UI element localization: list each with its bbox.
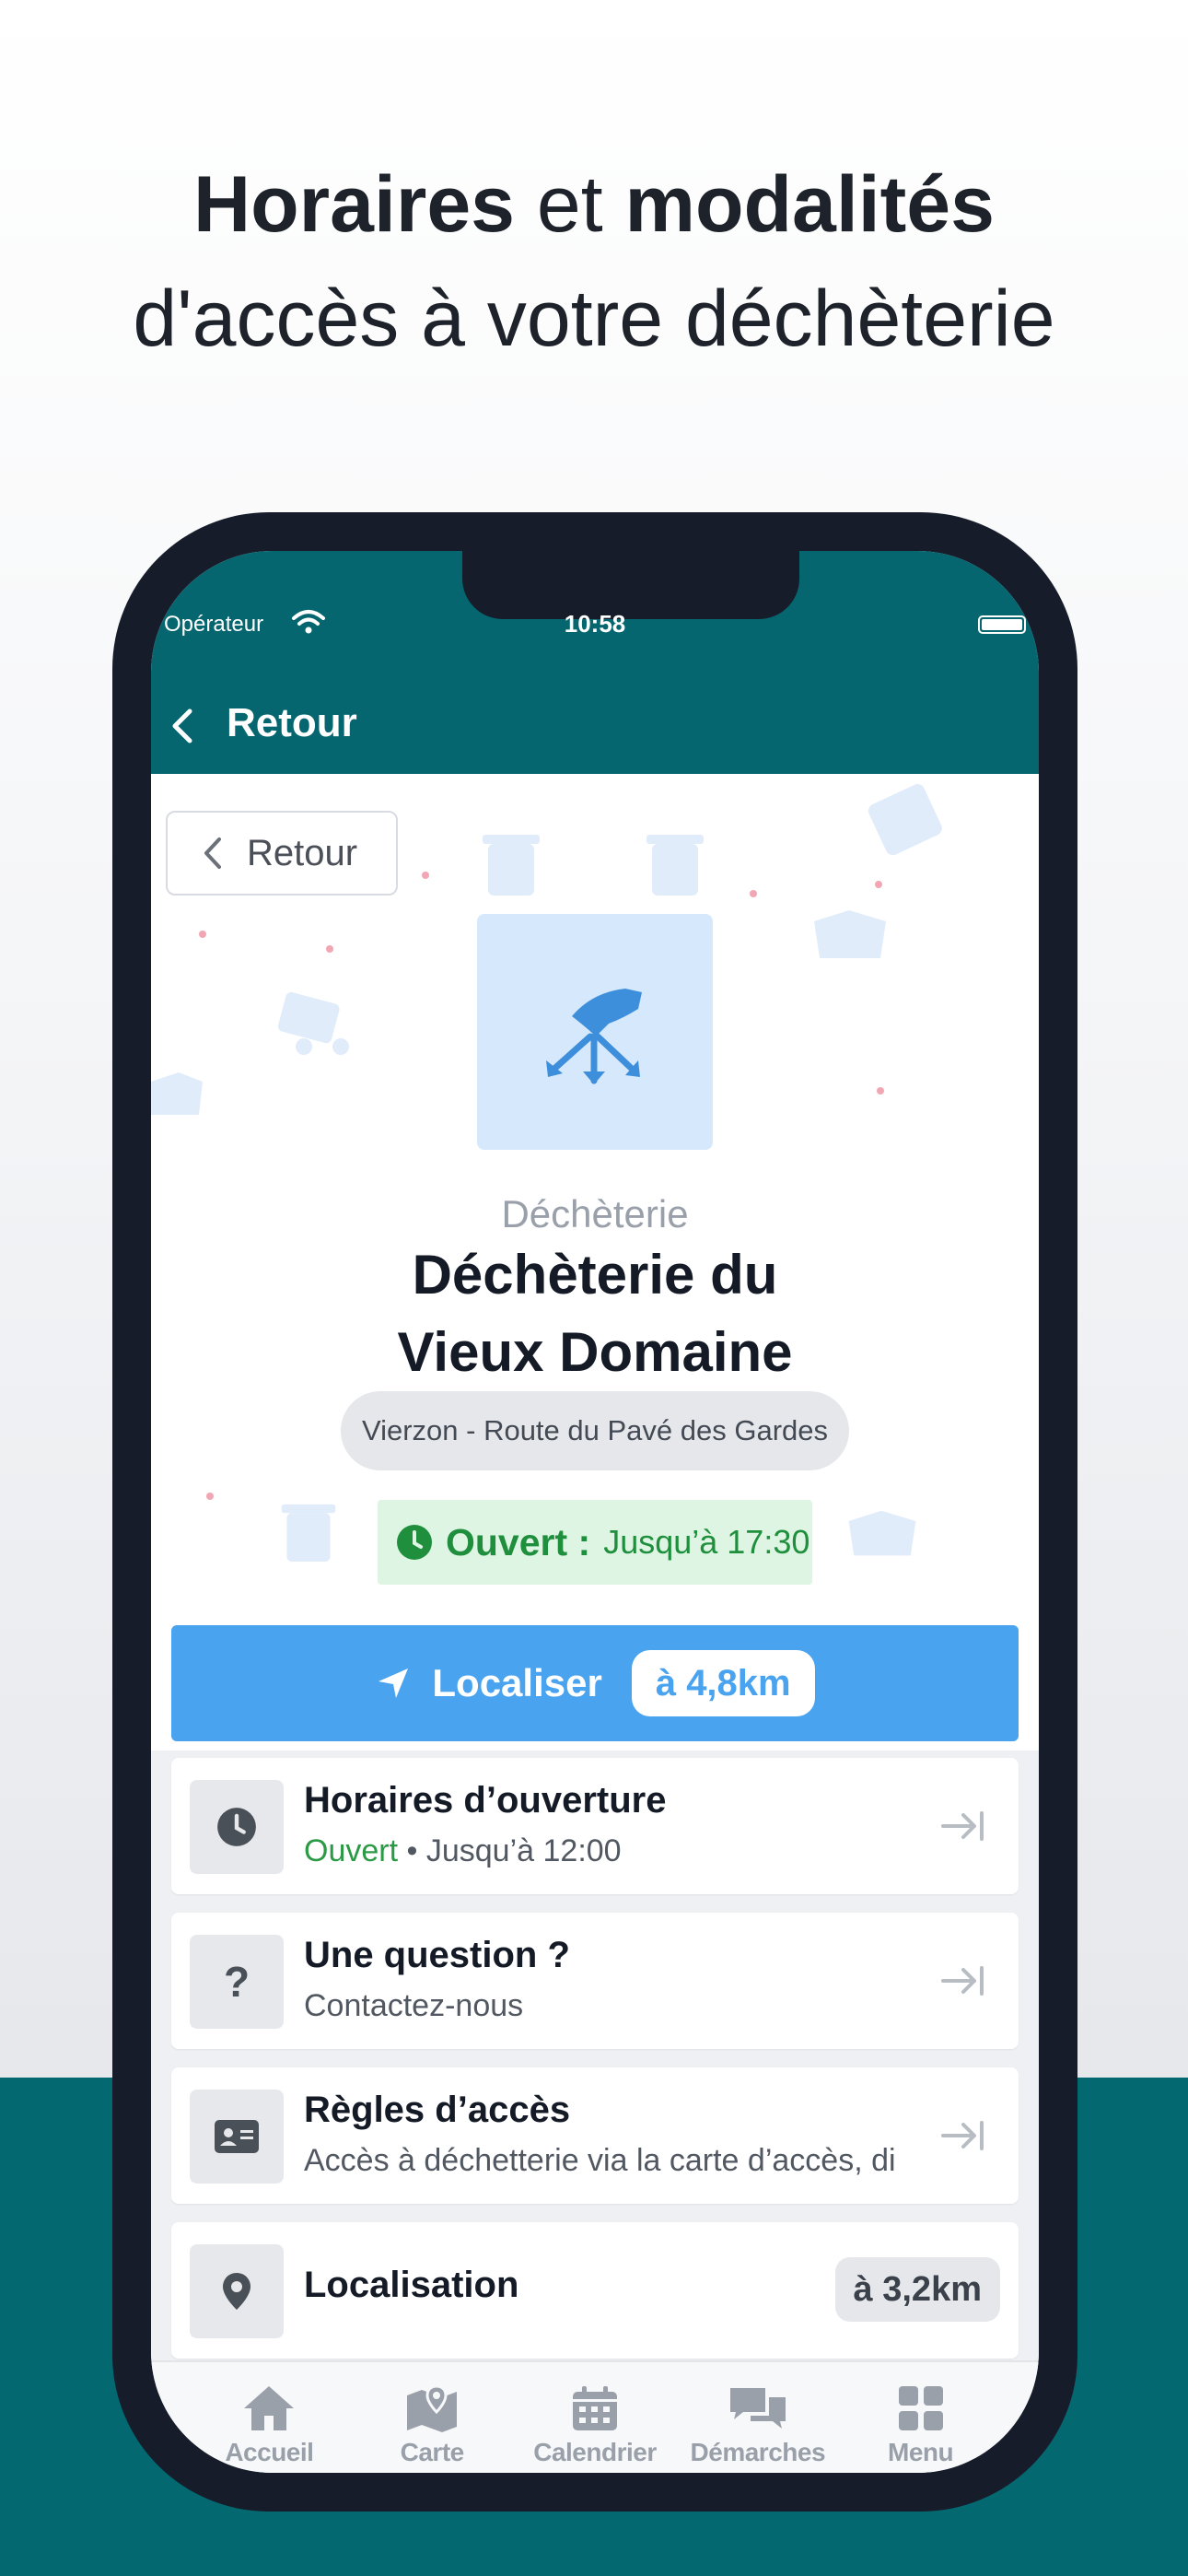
back-button-label: Retour [247, 832, 358, 873]
calendar-deco-icon [868, 784, 942, 856]
headline-bold-modalites: modalités [624, 160, 995, 249]
tab-demarches[interactable]: Démarches [680, 2362, 836, 2473]
deco-dot [326, 945, 333, 953]
card-opening-hours[interactable]: Horaires d’ouverture Ouvert • Jusqu’à 12… [171, 1758, 1019, 1894]
deco-dot [422, 872, 429, 879]
map-icon [407, 2384, 458, 2432]
open-status-badge: Ouvert : Jusqu’à 17:30 [378, 1500, 812, 1585]
card-subtitle: Contactez-nous [304, 1988, 524, 2023]
deco-dot [199, 931, 206, 938]
address-pill: Vierzon - Route du Pavé des Gardes [341, 1391, 849, 1470]
arrow-right-to-line-icon [941, 1966, 984, 1996]
localiser-distance: à 4,8km [631, 1650, 815, 1716]
back-button[interactable]: Retour [166, 811, 398, 896]
card-subtitle: Ouvert • Jusqu’à 12:00 [304, 1833, 622, 1869]
home-icon [244, 2386, 295, 2430]
card-access-rules[interactable]: Règles d’accès Accès à déchetterie via l… [171, 2067, 1019, 2204]
facility-category: Déchèterie [501, 1192, 689, 1235]
card-location[interactable]: Localisation à 3,2km [171, 2222, 1019, 2359]
tab-label: Calendrier [533, 2438, 657, 2466]
deco-dot [875, 881, 882, 888]
tab-label: Menu [888, 2438, 954, 2466]
localiser-label: Localiser [432, 1661, 602, 1704]
marketing-headline: Horaires et modalités d'accès à votre dé… [0, 147, 1188, 376]
card-title: Localisation [304, 2265, 519, 2305]
localiser-button[interactable]: Localiser à 4,8km [171, 1625, 1019, 1741]
card-title: Une question ? [304, 1935, 570, 1975]
card-separator: • [406, 1833, 418, 1868]
detail-content: Retour Déchèterie Déchèterie du Vieux Do… [151, 774, 1039, 2395]
truck-deco-icon [277, 991, 349, 1055]
arrow-right-to-line-icon [941, 2121, 984, 2150]
open-status-label: Ouvert : [446, 1520, 591, 1563]
location-distance-pill: à 3,2km [834, 2257, 1000, 2322]
bottom-tab-bar: Accueil Carte Calendrier Démarches Menu [151, 2360, 1039, 2473]
tab-label: Accueil [225, 2438, 314, 2466]
back-chevron-icon[interactable] [168, 708, 197, 744]
tab-carte[interactable]: Carte [354, 2362, 510, 2473]
calendar-icon [572, 2386, 617, 2430]
recycling-center-icon-box [477, 914, 713, 1150]
card-subtitle: Accès à déchetterie via la carte d’accès… [304, 2143, 896, 2178]
deco-dot [206, 1493, 214, 1500]
card-icon-box: ? [190, 1935, 284, 2029]
trash-deco-icon [483, 835, 540, 896]
facility-title-line2: Vieux Domaine [397, 1321, 793, 1383]
phone-notch [462, 551, 799, 619]
clock-time: 10:58 [564, 610, 626, 638]
card-open-status: Ouvert [304, 1833, 399, 1868]
open-status-until: Jusqu’à 17:30 [603, 1523, 810, 1561]
grid-icon [898, 2386, 943, 2430]
facility-title: Déchèterie du Vieux Domaine [151, 1236, 1039, 1391]
card-icon-box [190, 1780, 284, 1874]
card-icon-box [190, 2244, 284, 2338]
trash-deco-icon [281, 1504, 336, 1563]
deco-dot [750, 890, 757, 897]
headline-line2: d'accès à votre déchèterie [133, 275, 1055, 363]
deco-dot [877, 1087, 884, 1095]
tab-menu[interactable]: Menu [843, 2362, 999, 2473]
question-icon: ? [223, 1958, 250, 2006]
card-title: Règles d’accès [304, 2090, 571, 2130]
chevron-left-icon [204, 837, 221, 869]
clock-icon [397, 1525, 432, 1560]
phone-screen: Opérateur 10:58 Retour Retour Déchèterie… [151, 551, 1039, 2473]
phone-frame: Opérateur 10:58 Retour Retour Déchèterie… [112, 512, 1077, 2512]
arrow-right-to-line-icon [941, 1811, 984, 1841]
headline-bold-horaires: Horaires [193, 160, 515, 249]
card-icon-box [190, 2090, 284, 2184]
map-pin-icon [223, 2273, 250, 2310]
navigation-arrow-icon [379, 1669, 409, 1698]
facility-title-line1: Déchèterie du [412, 1244, 778, 1306]
card-title: Horaires d’ouverture [304, 1780, 667, 1821]
card-question[interactable]: ? Une question ? Contactez-nous [171, 1913, 1019, 2049]
hand-drop-icon [546, 989, 642, 1084]
tab-label: Démarches [690, 2438, 826, 2466]
clock-icon [217, 1808, 256, 1846]
top-navbar: Retour [151, 676, 1039, 774]
tab-calendrier[interactable]: Calendrier [517, 2362, 673, 2473]
card-hours: Jusqu’à 12:00 [425, 1833, 622, 1868]
trash-deco-icon [646, 835, 704, 896]
tab-label: Carte [400, 2438, 465, 2466]
id-card-icon [215, 2120, 259, 2153]
headline-et: et [515, 160, 625, 249]
box-deco-icon [848, 1510, 916, 1556]
box-deco-icon [151, 1072, 203, 1115]
tab-accueil[interactable]: Accueil [191, 2362, 347, 2473]
box-deco-icon [814, 910, 886, 958]
chat-icon [729, 2388, 786, 2429]
navbar-back-button[interactable]: Retour [227, 700, 357, 746]
